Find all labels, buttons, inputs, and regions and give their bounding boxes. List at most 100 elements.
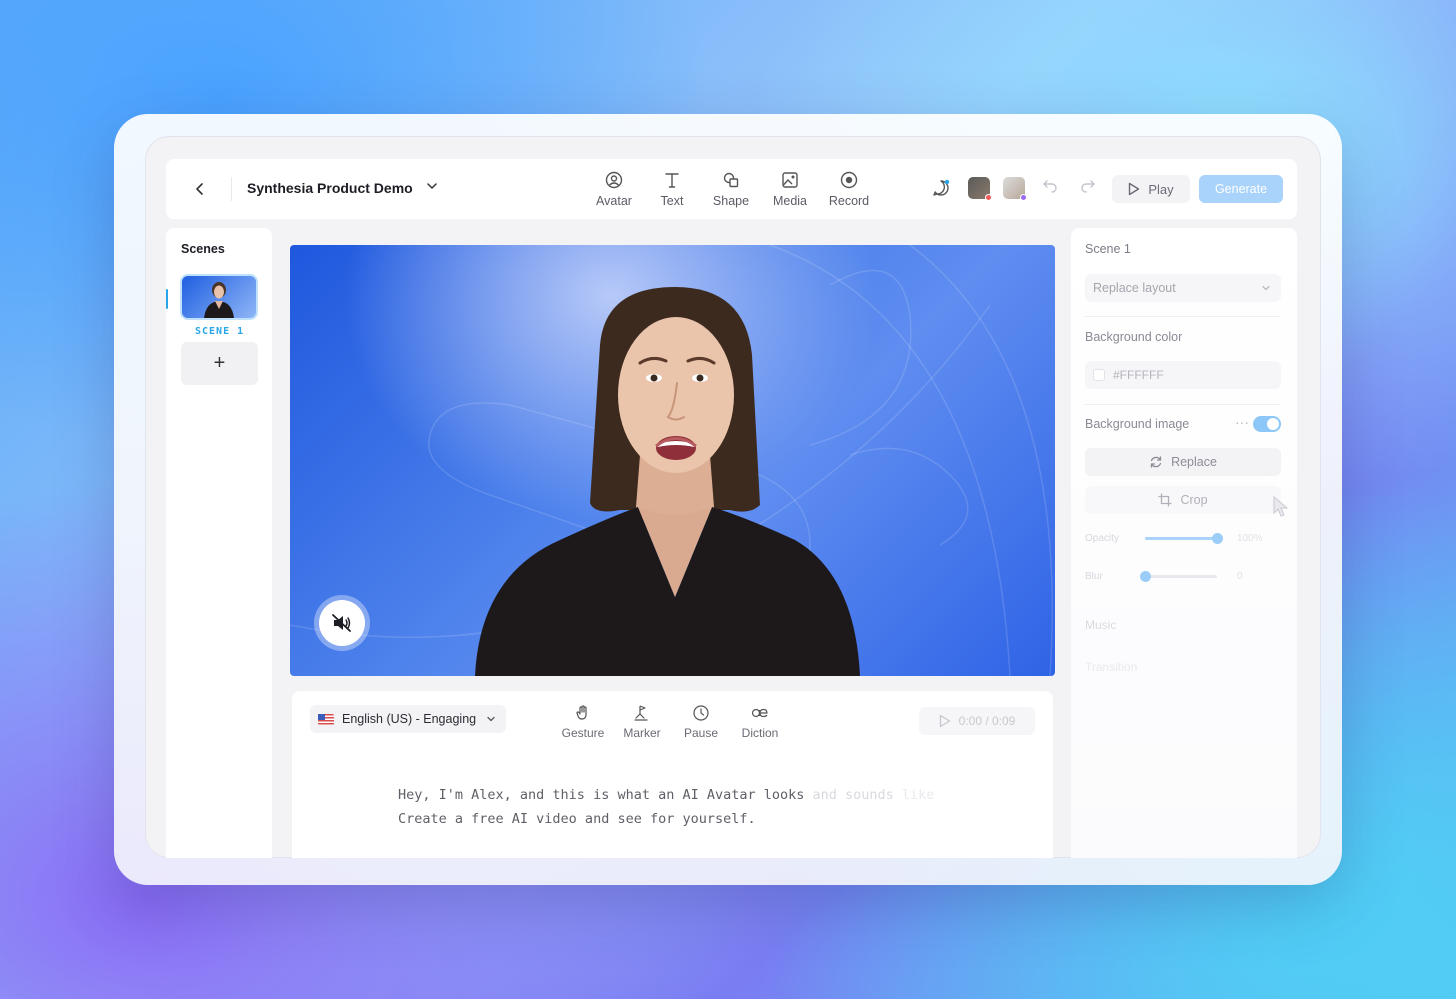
user-circle-icon	[605, 171, 623, 189]
marker-label: Marker	[623, 726, 661, 740]
crop-image-button[interactable]: Crop	[1085, 486, 1281, 514]
redo-icon	[1081, 180, 1095, 193]
image-icon	[782, 172, 798, 188]
presence-dot	[1020, 194, 1027, 201]
comments-button[interactable]	[931, 178, 953, 200]
chat-bubble-icon	[933, 179, 950, 196]
collaborator-avatar[interactable]	[1003, 177, 1027, 201]
chevron-left-icon	[196, 183, 203, 195]
section-divider	[1085, 404, 1281, 405]
scene-label: SCENE 1	[195, 326, 245, 337]
scene-properties-panel: Scene 1 Replace layout Background color …	[1071, 228, 1297, 858]
title-dropdown[interactable]	[426, 179, 438, 195]
record-icon	[840, 171, 858, 189]
scenes-panel: Scenes SCENE 1 +	[166, 228, 272, 858]
color-swatch[interactable]	[1093, 369, 1105, 381]
media-tool-button[interactable]: Media	[762, 169, 818, 208]
pause-label: Pause	[683, 726, 719, 740]
bg-color-label: Background color	[1085, 330, 1183, 344]
crop-label: Crop	[1180, 493, 1208, 507]
script-duration: 0:00 / 0:09	[958, 714, 1016, 728]
gesture-label: Gesture	[561, 726, 605, 740]
collaborator-avatar[interactable]	[968, 177, 992, 201]
top-toolbar: Synthesia Product Demo Avatar Text Shape…	[166, 159, 1297, 219]
chevron-down-icon	[1262, 285, 1270, 291]
us-flag-icon	[318, 713, 334, 725]
undo-icon	[1043, 180, 1057, 193]
transition-label[interactable]: Transition	[1085, 660, 1137, 674]
music-label[interactable]: Music	[1085, 618, 1116, 632]
back-button[interactable]	[188, 177, 212, 201]
avatar-tool-button[interactable]: Avatar	[586, 169, 642, 208]
voice-language-select[interactable]: English (US) - Engaging	[310, 705, 506, 733]
text-tool-label: Text	[660, 194, 684, 208]
text-tool-button[interactable]: Text	[644, 169, 700, 208]
marker-button[interactable]: Marker	[614, 703, 670, 740]
mouse-cursor-icon	[1273, 496, 1289, 517]
play-button[interactable]: Play	[1112, 175, 1190, 203]
layout-placeholder: Replace layout	[1093, 281, 1176, 295]
speaker-muted-icon	[332, 614, 351, 632]
opacity-value: 100%	[1237, 533, 1263, 544]
document-title[interactable]: Synthesia Product Demo	[247, 180, 413, 196]
chevron-down-icon	[487, 716, 495, 722]
blur-value: 0	[1237, 571, 1243, 582]
presence-dot	[985, 194, 992, 201]
undo-button[interactable]	[1042, 177, 1058, 198]
crop-icon	[1158, 493, 1173, 507]
hand-wave-icon	[576, 705, 587, 720]
script-line-1: Hey, I'm Alex, and this is what an AI Av…	[398, 787, 805, 803]
bg-image-toggle[interactable]	[1253, 416, 1281, 432]
bg-color-value: #FFFFFF	[1113, 368, 1164, 382]
blur-slider[interactable]	[1140, 571, 1217, 582]
app-window: Synthesia Product Demo Avatar Text Shape…	[145, 136, 1321, 858]
pause-button[interactable]: Pause	[673, 703, 729, 740]
scene-thumbnail[interactable]	[180, 274, 258, 320]
shape-tool-button[interactable]: Shape	[703, 169, 759, 208]
script-playback-button[interactable]: 0:00 / 0:09	[919, 707, 1035, 735]
voice-language-label: English (US) - Engaging	[342, 712, 477, 726]
replace-label: Replace	[1171, 455, 1217, 469]
replace-image-button[interactable]: Replace	[1085, 448, 1281, 476]
bg-color-input[interactable]: #FFFFFF	[1085, 361, 1281, 389]
opacity-slider[interactable]	[1145, 533, 1223, 544]
script-editor[interactable]: Hey, I'm Alex, and this is what an AI Av…	[398, 783, 934, 831]
toolbar-divider	[231, 177, 232, 201]
play-icon	[939, 714, 950, 728]
shape-tool-label: Shape	[712, 194, 750, 208]
script-line-1-fade: and sounds	[804, 787, 894, 803]
generate-button[interactable]: Generate	[1199, 175, 1283, 203]
blur-slider-handle[interactable]	[1140, 571, 1151, 582]
opacity-slider-fill	[1145, 537, 1217, 540]
more-options-icon[interactable]: ···	[1235, 414, 1249, 430]
script-line-2: Create a free AI video and see for yours…	[398, 811, 756, 827]
play-icon	[1129, 182, 1140, 196]
play-label: Play	[1148, 181, 1174, 197]
avatar-tool-label: Avatar	[596, 194, 632, 208]
layout-select[interactable]: Replace layout	[1085, 274, 1281, 302]
opacity-label: Opacity	[1085, 533, 1119, 544]
blur-label: Blur	[1085, 571, 1103, 582]
add-scene-button[interactable]: +	[181, 342, 258, 385]
gesture-button[interactable]: Gesture	[555, 703, 611, 740]
avatar-thumbnail-image	[204, 282, 234, 318]
video-canvas[interactable]	[290, 245, 1055, 676]
diction-label: Diction	[741, 726, 779, 740]
active-scene-indicator	[166, 289, 168, 309]
refresh-icon	[1150, 456, 1162, 468]
script-line-1-fade-2: like	[893, 787, 935, 803]
opacity-slider-handle[interactable]	[1212, 533, 1223, 544]
mute-button-face	[319, 600, 365, 646]
text-icon	[665, 173, 679, 188]
section-divider	[1085, 316, 1281, 317]
ai-avatar-presenter-image	[475, 287, 860, 676]
mute-button[interactable]	[314, 595, 370, 651]
scenes-title: Scenes	[181, 242, 225, 256]
record-tool-button[interactable]: Record	[821, 169, 877, 208]
redo-button[interactable]	[1080, 177, 1096, 198]
diction-ae-icon	[751, 708, 768, 718]
diction-button[interactable]: Diction	[732, 703, 788, 740]
bg-image-label: Background image	[1085, 417, 1190, 431]
shapes-icon	[723, 172, 739, 188]
marker-pin-icon	[634, 705, 648, 721]
